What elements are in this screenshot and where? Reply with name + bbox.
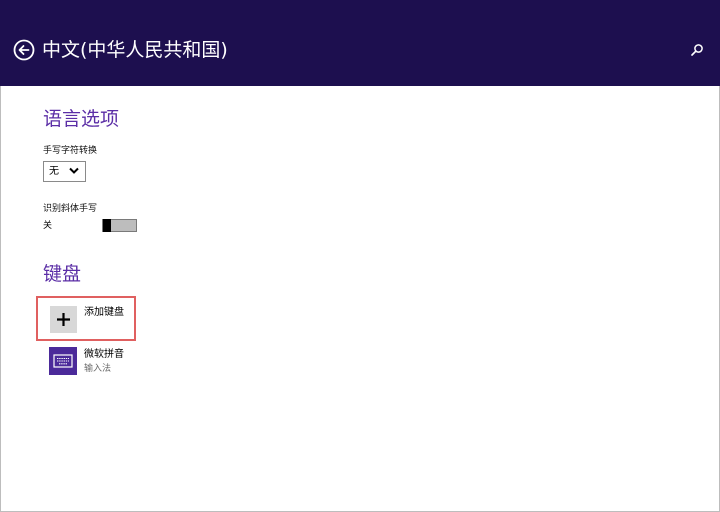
add-keyboard-tile[interactable] <box>50 306 77 333</box>
keyboard-tile <box>49 347 77 375</box>
italic-recognition-toggle[interactable] <box>102 219 137 232</box>
page-header: 中文(中华人民共和国) <box>0 0 720 86</box>
keyboards-heading: 键盘 <box>43 263 82 285</box>
plus-icon <box>57 313 70 326</box>
handwriting-conversion-label: 手写字符转换 <box>43 146 98 156</box>
search-button[interactable] <box>689 42 705 58</box>
handwriting-conversion-select[interactable]: 无 <box>43 161 86 182</box>
keyboard-name: 微软拼音 <box>84 349 124 360</box>
keyboard-type: 输入法 <box>84 364 112 374</box>
add-keyboard-button[interactable]: 添加键盘 <box>36 296 136 341</box>
page-title: 中文(中华人民共和国) <box>42 39 228 61</box>
back-button[interactable] <box>13 39 35 61</box>
italic-recognition-state: 关 <box>43 221 53 231</box>
search-icon <box>691 44 703 56</box>
add-keyboard-label: 添加键盘 <box>84 307 124 318</box>
chevron-down-icon <box>69 167 79 174</box>
keyboard-item-microsoft-pinyin[interactable]: 微软拼音 输入法 <box>49 347 159 377</box>
language-options-heading: 语言选项 <box>43 108 120 130</box>
handwriting-conversion-value: 无 <box>49 166 59 177</box>
toggle-thumb[interactable] <box>103 219 111 232</box>
keyboard-icon <box>53 354 73 368</box>
back-arrow-icon <box>13 39 35 61</box>
italic-recognition-label: 识别斜体手写 <box>43 204 98 214</box>
